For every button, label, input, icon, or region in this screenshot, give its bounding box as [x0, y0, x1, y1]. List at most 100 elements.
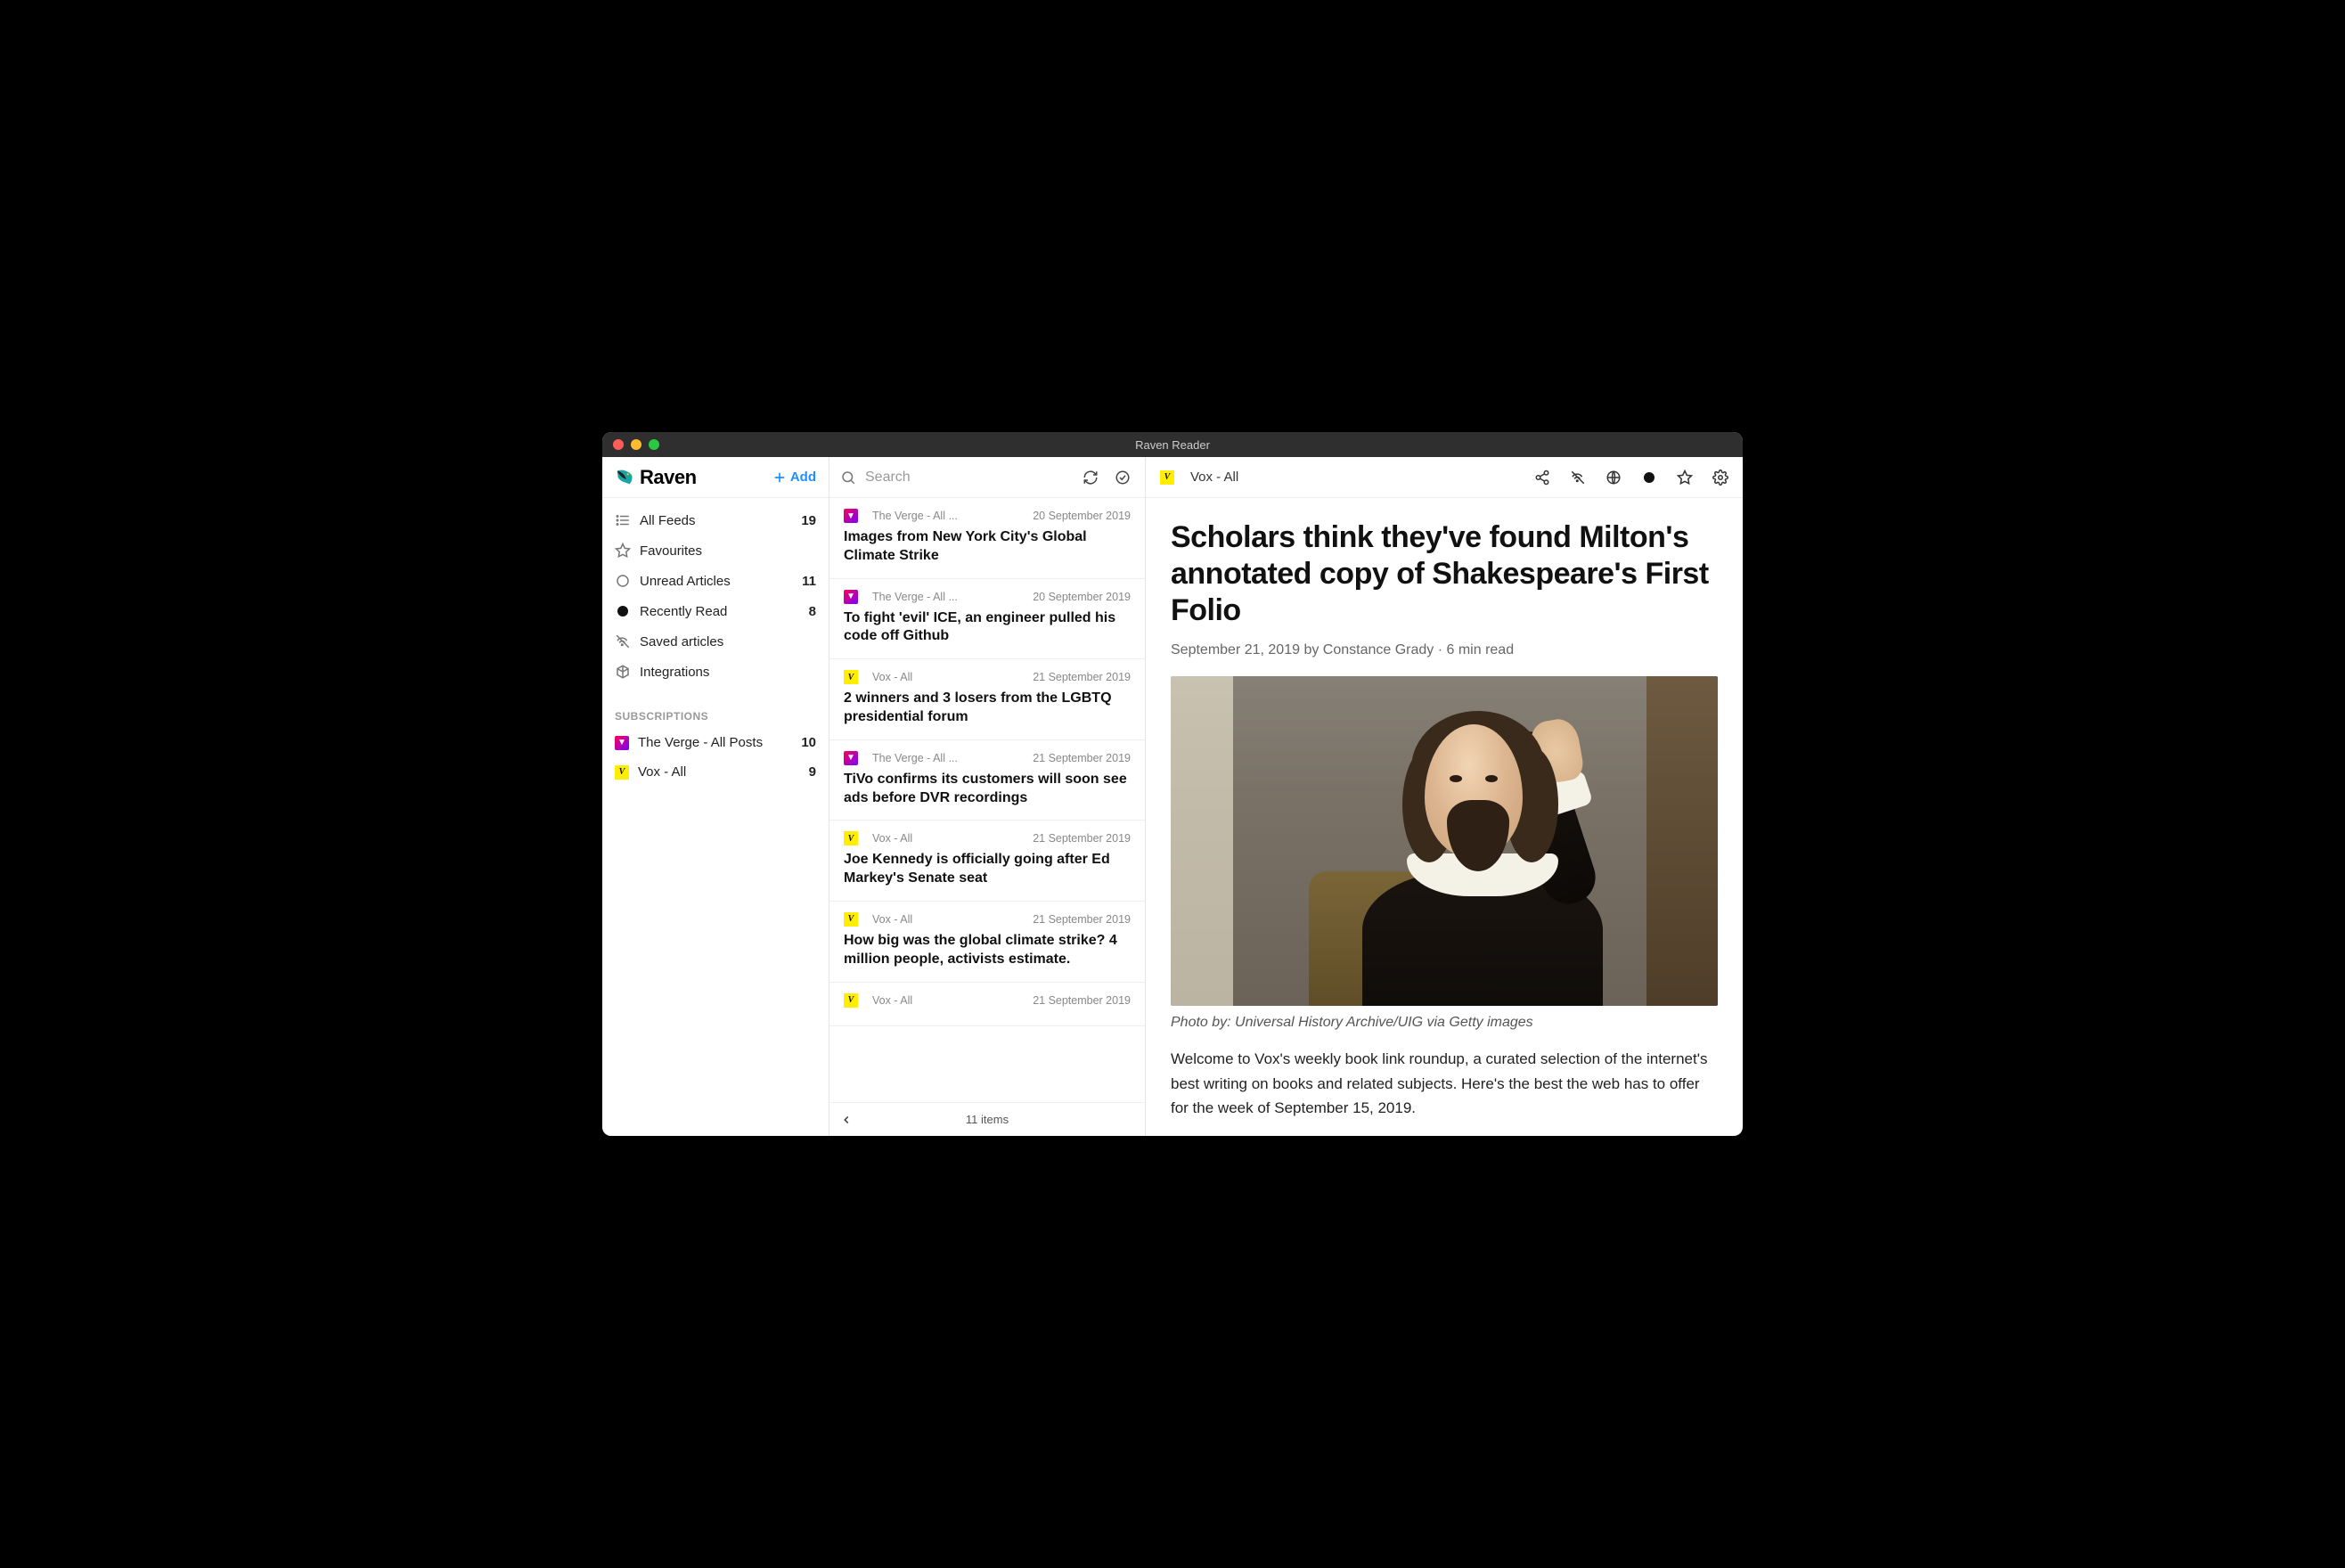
- article-source: VVox - All: [844, 670, 912, 684]
- window-title: Raven Reader: [602, 438, 1743, 452]
- article-list-title: Joe Kennedy is officially going after Ed…: [844, 851, 1131, 888]
- open-in-browser-button[interactable]: [1606, 470, 1622, 486]
- items-count: 11 items: [966, 1113, 1009, 1126]
- reader-body[interactable]: Scholars think they've found Milton's an…: [1146, 498, 1743, 1136]
- article-date: 21 September 2019: [1033, 752, 1131, 764]
- back-button[interactable]: [840, 1114, 853, 1126]
- verge-icon: ▼: [844, 590, 858, 604]
- reader-actions: [1534, 470, 1728, 486]
- app-window: Raven Reader Raven Add All F: [602, 432, 1743, 1136]
- subscription-label: The Verge - All Posts: [638, 735, 801, 750]
- subscription-vox[interactable]: V Vox - All 9: [602, 757, 829, 787]
- article-item[interactable]: ▼The Verge - All ... 20 September 2019 To …: [829, 579, 1145, 660]
- article-source: ▼The Verge - All ...: [844, 590, 958, 604]
- app-logo-text: Raven: [640, 466, 697, 489]
- app-logo: Raven: [615, 466, 697, 489]
- search-input[interactable]: [865, 470, 1070, 486]
- article-list-title: How big was the global climate strike? 4…: [844, 932, 1131, 969]
- subscriptions-list: ▼ The Verge - All Posts 10 V Vox - All 9: [602, 728, 829, 794]
- favourite-button[interactable]: [1677, 470, 1693, 486]
- vox-icon: V: [844, 912, 858, 927]
- article-hero-image: [1171, 676, 1718, 1006]
- article-list[interactable]: ▼The Verge - All ... 20 September 2019 Ima…: [829, 498, 1145, 1102]
- article-list-title: TiVo confirms its customers will soon se…: [844, 771, 1131, 808]
- nav-label: Integrations: [640, 665, 816, 680]
- sidebar-item-favourites[interactable]: Favourites: [602, 535, 829, 566]
- article-list-title: 2 winners and 3 losers from the LGBTQ pr…: [844, 690, 1131, 727]
- nav-count: 19: [801, 513, 816, 528]
- share-button[interactable]: [1534, 470, 1550, 486]
- vox-icon: V: [615, 765, 629, 780]
- article-date: 21 September 2019: [1033, 994, 1131, 1007]
- article-source: ▼The Verge - All ...: [844, 751, 958, 765]
- article-date: 20 September 2019: [1033, 591, 1131, 603]
- article-source: VVox - All: [844, 993, 912, 1008]
- article-date: 20 September 2019: [1033, 510, 1131, 522]
- verge-icon: ▼: [844, 509, 858, 523]
- add-feed-button[interactable]: Add: [772, 470, 816, 485]
- nav-label: Saved articles: [640, 634, 816, 649]
- raven-logo-icon: [615, 468, 634, 487]
- article-source: VVox - All: [844, 912, 912, 927]
- mark-read-button[interactable]: [1641, 470, 1657, 486]
- subscriptions-header: SUBSCRIPTIONS: [602, 694, 829, 728]
- titlebar: Raven Reader: [602, 432, 1743, 457]
- reader-pane: V Vox - All Scholars think they've found…: [1146, 457, 1743, 1136]
- mark-all-read-button[interactable]: [1111, 466, 1134, 489]
- article-item[interactable]: ▼The Verge - All ... 20 September 2019 Ima…: [829, 498, 1145, 579]
- verge-icon: ▼: [844, 751, 858, 765]
- circle-outline-icon: [615, 573, 631, 589]
- subscription-verge[interactable]: ▼ The Verge - All Posts 10: [602, 728, 829, 757]
- reader-source: V Vox - All: [1160, 470, 1525, 485]
- subscription-count: 9: [809, 764, 816, 780]
- verge-icon: ▼: [615, 736, 629, 750]
- vox-icon: V: [844, 831, 858, 845]
- reader-source-label: Vox - All: [1190, 470, 1238, 485]
- article-list-title: To fight 'evil' ICE, an engineer pulled …: [844, 609, 1131, 647]
- list-icon: [615, 512, 631, 528]
- article-title: Scholars think they've found Milton's an…: [1171, 519, 1718, 628]
- subscription-count: 10: [801, 735, 816, 750]
- settings-button[interactable]: [1712, 470, 1728, 486]
- search-icon: [840, 470, 856, 486]
- circle-filled-icon: [615, 603, 631, 619]
- sidebar: Raven Add All Feeds 19 Favourites: [602, 457, 829, 1136]
- article-item[interactable]: VVox - All 21 September 2019 Joe Kennedy i…: [829, 821, 1145, 902]
- sidebar-nav: All Feeds 19 Favourites Unread Articles …: [602, 498, 829, 694]
- nav-count: 11: [802, 574, 816, 589]
- add-label: Add: [790, 470, 816, 485]
- vox-icon: V: [844, 993, 858, 1008]
- vox-icon: V: [1160, 470, 1174, 485]
- article-source: ▼The Verge - All ...: [844, 509, 958, 523]
- articles-header: [829, 457, 1145, 498]
- article-item[interactable]: VVox - All21 September 2019How big was t…: [829, 902, 1145, 983]
- article-date: 21 September 2019: [1033, 832, 1131, 845]
- nav-label: Recently Read: [640, 604, 809, 619]
- sidebar-item-saved[interactable]: Saved articles: [602, 626, 829, 657]
- article-date: 21 September 2019: [1033, 671, 1131, 683]
- save-offline-button[interactable]: [1570, 470, 1586, 486]
- offline-icon: [615, 633, 631, 649]
- sidebar-item-integrations[interactable]: Integrations: [602, 657, 829, 687]
- refresh-button[interactable]: [1079, 466, 1102, 489]
- subscription-label: Vox - All: [638, 764, 809, 780]
- vox-icon: V: [844, 670, 858, 684]
- article-item[interactable]: ▼The Verge - All ... 21 September 2019 TiV…: [829, 740, 1145, 821]
- article-byline: September 21, 2019 by Constance Grady · …: [1171, 642, 1718, 658]
- article-item[interactable]: VVox - All 21 September 2019 2 winners and…: [829, 659, 1145, 740]
- article-list-title: Images from New York City's Global Clima…: [844, 528, 1131, 566]
- star-icon: [615, 543, 631, 559]
- article-item[interactable]: VVox - All 21 September 2019: [829, 983, 1145, 1026]
- sidebar-header: Raven Add: [602, 457, 829, 498]
- articles-footer: 11 items: [829, 1102, 1145, 1136]
- app-body: Raven Add All Feeds 19 Favourites: [602, 457, 1743, 1136]
- reader-header: V Vox - All: [1146, 457, 1743, 498]
- box-icon: [615, 664, 631, 680]
- sidebar-item-recently-read[interactable]: Recently Read 8: [602, 596, 829, 626]
- sidebar-item-all-feeds[interactable]: All Feeds 19: [602, 505, 829, 535]
- nav-label: All Feeds: [640, 513, 801, 528]
- sidebar-item-unread[interactable]: Unread Articles 11: [602, 566, 829, 596]
- image-caption: Photo by: Universal History Archive/UIG …: [1171, 1015, 1718, 1031]
- article-list-pane: ▼The Verge - All ... 20 September 2019 Ima…: [829, 457, 1146, 1136]
- article-source: VVox - All: [844, 831, 912, 845]
